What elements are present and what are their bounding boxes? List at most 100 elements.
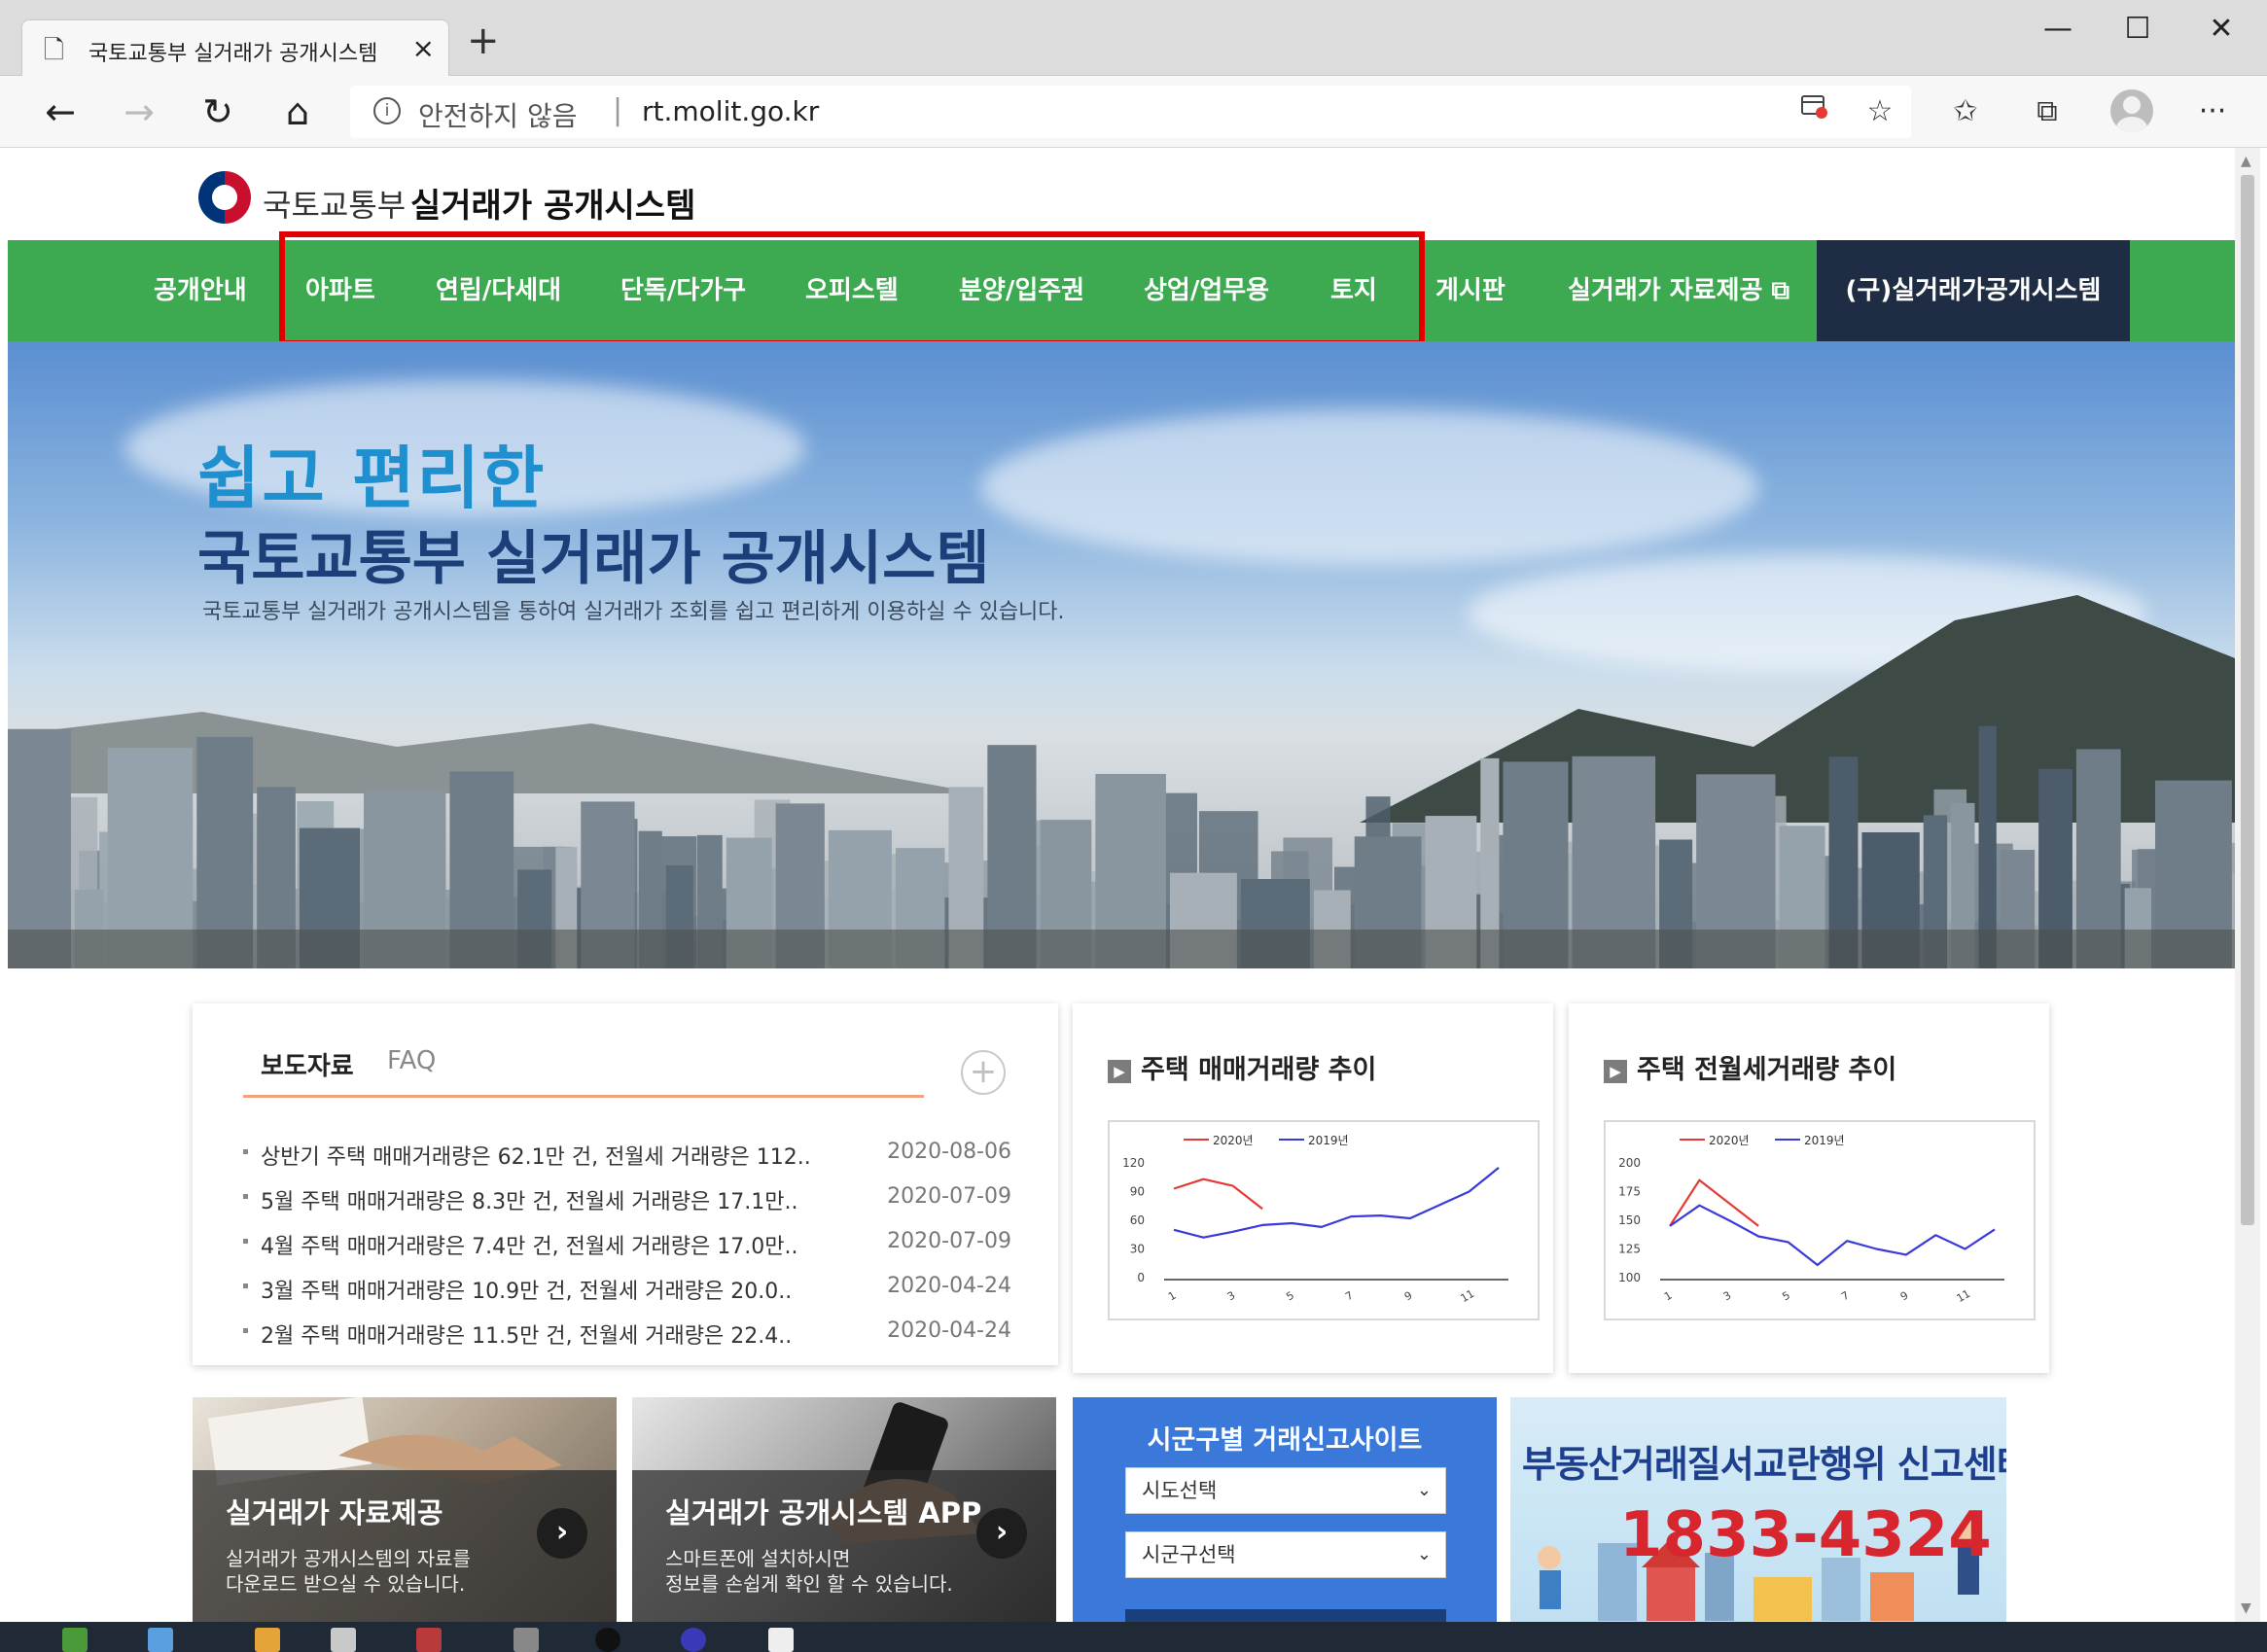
chart-title: ▶ 주택 매매거래량 추이	[1108, 1048, 1376, 1086]
hero-line2: 국토교통부 실거래가 공개시스템	[197, 525, 990, 593]
chart-plot-area: 2020년 2019년 200 175 150 125 100 1 3 5 7 9 11	[1604, 1120, 2036, 1320]
legend-label: 2019년	[1804, 1134, 1845, 1147]
browser-window: 🗋 국토교통부 실거래가 공개시스템 × + — ☐ ✕ ← → ↻ ⌂ i 안…	[0, 0, 2267, 1652]
vertical-scrollbar[interactable]: ▲ ▼	[2235, 148, 2260, 1622]
sido-select[interactable]: 시도선택 ⌄	[1125, 1467, 1446, 1514]
page-icon: 🗋	[44, 36, 64, 65]
banner-title: 실거래가 공개시스템 APP	[665, 1496, 982, 1529]
url-separator: |	[613, 93, 623, 127]
tab-press-release[interactable]: 보도자료	[261, 1046, 354, 1082]
y-tick-label: 150	[1618, 1213, 1641, 1227]
favorite-star-icon[interactable]: ☆	[1856, 88, 1904, 136]
go-button[interactable]	[1125, 1609, 1446, 1622]
maximize-button[interactable]: ☐	[2108, 10, 2167, 49]
list-item[interactable]: 5월 주택 매매거래량은 8.3만 건, 전월세 거래량은 17.1만.. 202…	[243, 1180, 1011, 1219]
nav-item-guide[interactable]: 공개안내	[154, 240, 247, 341]
series-line	[1173, 1167, 1500, 1239]
banner-subtext: 스마트폰에 설치하시면	[665, 1547, 851, 1570]
url-text[interactable]: rt.molit.go.kr	[642, 95, 819, 127]
x-tick-label: 1	[1166, 1289, 1179, 1304]
collections-icon[interactable]: ⧉	[2023, 88, 2072, 136]
x-tick-label: 11	[1459, 1287, 1477, 1305]
sales-volume-chart-card: ▶ 주택 매매거래량 추이 2020년 2019년 120 90 60 30 0 1 3 5 7 9 11	[1073, 1003, 1553, 1373]
taskbar-app-icon[interactable]	[595, 1628, 620, 1652]
scroll-down-icon: ▼	[2241, 1600, 2251, 1616]
legend-label: 2019년	[1308, 1134, 1349, 1147]
x-tick-label: 5	[1284, 1289, 1296, 1304]
y-tick-label: 200	[1618, 1156, 1641, 1170]
taskbar	[0, 1622, 2267, 1652]
address-bar[interactable]: i 안전하지 않음 | rt.molit.go.kr	[350, 86, 1911, 138]
list-item[interactable]: 3월 주택 매매거래량은 10.9만 건, 전월세 거래량은 20.0.. 202…	[243, 1270, 1011, 1309]
browser-tab[interactable]: 🗋 국토교통부 실거래가 공개시스템 ×	[21, 19, 449, 76]
y-tick-label: 90	[1130, 1185, 1145, 1199]
hero-line1: 쉽고 편리한	[197, 439, 547, 518]
x-tick-label: 7	[1343, 1289, 1356, 1304]
nav-item-old-system[interactable]: (구)실거래가공개시스템	[1817, 240, 2130, 341]
taskbar-app-icon[interactable]	[255, 1628, 280, 1652]
y-tick-label: 60	[1130, 1213, 1145, 1227]
chevron-down-icon: ⌄	[1416, 1544, 1432, 1564]
taskbar-app-icon[interactable]	[768, 1628, 794, 1652]
info-icon[interactable]: i	[373, 97, 401, 124]
y-tick-label: 30	[1130, 1243, 1145, 1256]
favorites-icon[interactable]: ✩	[1941, 88, 1990, 136]
chevron-right-icon[interactable]: ›	[537, 1508, 587, 1559]
org-name: 국토교통부	[263, 187, 407, 224]
more-plus-icon[interactable]: +	[961, 1050, 1006, 1095]
taskbar-app-icon[interactable]	[331, 1628, 356, 1652]
x-tick-label: 11	[1955, 1287, 1973, 1305]
tracking-blocked-icon[interactable]	[1789, 88, 1838, 136]
taskbar-app-icon[interactable]	[514, 1628, 539, 1652]
scroll-up-icon: ▲	[2241, 154, 2251, 169]
data-download-banner[interactable]: 실거래가 자료제공 실거래가 공개시스템의 자료를 다운로드 받으실 수 있습니…	[193, 1397, 617, 1622]
taskbar-app-icon[interactable]	[62, 1628, 88, 1652]
news-panel: 보도자료 FAQ + 상반기 주택 매매거래량은 62.1만 건, 전월세 거래…	[193, 1003, 1058, 1365]
back-button[interactable]: ←	[33, 86, 88, 138]
scroll-thumb[interactable]	[2241, 175, 2254, 1225]
taskbar-app-icon[interactable]	[416, 1628, 442, 1652]
y-tick-label: 125	[1618, 1243, 1641, 1256]
new-tab-button[interactable]: +	[467, 21, 500, 60]
nav-item-data-download[interactable]: 실거래가 자료제공 ⧉	[1568, 240, 1789, 341]
page-viewport: 국토교통부 실거래가 공개시스템 공개안내 아파트 연립/다세대 단독/다가구 …	[8, 148, 2235, 1622]
home-button[interactable]: ⌂	[270, 86, 325, 138]
legend-label: 2020년	[1213, 1134, 1254, 1147]
y-tick-label: 120	[1122, 1156, 1145, 1170]
highlight-box	[279, 231, 1425, 346]
more-menu-icon[interactable]: ···	[2188, 88, 2237, 136]
y-tick-label: 175	[1618, 1185, 1641, 1199]
government-emblem-icon	[198, 171, 251, 224]
tab-faq[interactable]: FAQ	[387, 1046, 436, 1075]
profile-avatar[interactable]	[2110, 89, 2153, 132]
hero-banner: 쉽고 편리한 국토교통부 실거래가 공개시스템 국토교통부 실거래가 공개시스템…	[8, 341, 2235, 968]
report-center-banner[interactable]: 부동산거래질서교란행위 신고센터 1833-4324	[1510, 1397, 2006, 1622]
forward-button[interactable]: →	[112, 86, 166, 138]
app-banner[interactable]: 실거래가 공개시스템 APP 스마트폰에 설치하시면 정보를 손쉽게 확인 할 …	[632, 1397, 1056, 1622]
bullet-icon: ▶	[1604, 1060, 1627, 1083]
series-line	[1669, 1204, 1996, 1267]
banner-subtext: 실거래가 공개시스템의 자료를	[226, 1547, 471, 1570]
minimize-button[interactable]: —	[2029, 10, 2087, 49]
list-item[interactable]: 상반기 주택 매매거래량은 62.1만 건, 전월세 거래량은 112.. 202…	[243, 1136, 1011, 1175]
sigungu-select[interactable]: 시군구선택 ⌄	[1125, 1531, 1446, 1578]
chevron-right-icon[interactable]: ›	[976, 1508, 1027, 1559]
taskbar-app-icon[interactable]	[681, 1628, 706, 1652]
taskbar-app-icon[interactable]	[148, 1628, 173, 1652]
banner-subtext: 정보를 손쉽게 확인 할 수 있습니다.	[665, 1572, 953, 1596]
close-window-button[interactable]: ✕	[2192, 10, 2250, 49]
bullet-icon: ▶	[1108, 1060, 1131, 1083]
address-toolbar: ← → ↻ ⌂ i 안전하지 않음 | rt.molit.go.kr ☆ ✩ ⧉…	[0, 76, 2267, 148]
y-tick-label: 0	[1137, 1271, 1145, 1284]
list-item[interactable]: 2월 주택 매매거래량은 11.5만 건, 전월세 거래량은 22.4.. 202…	[243, 1315, 1011, 1353]
chevron-down-icon: ⌄	[1416, 1480, 1432, 1500]
tab-underline	[243, 1095, 924, 1098]
banner-subtext: 다운로드 받으실 수 있습니다.	[226, 1572, 466, 1596]
nav-item-board[interactable]: 게시판	[1435, 240, 1505, 341]
refresh-button[interactable]: ↻	[191, 86, 245, 138]
center-phone: 1833-4324	[1619, 1499, 1992, 1571]
tab-close-icon[interactable]: ×	[412, 32, 435, 64]
legend-label: 2020년	[1709, 1134, 1750, 1147]
rent-volume-chart-card: ▶ 주택 전월세거래량 추이 2020년 2019년 200 175 150 125 100 1…	[1569, 1003, 2049, 1373]
list-item[interactable]: 4월 주택 매매거래량은 7.4만 건, 전월세 거래량은 17.0만.. 202…	[243, 1225, 1011, 1264]
